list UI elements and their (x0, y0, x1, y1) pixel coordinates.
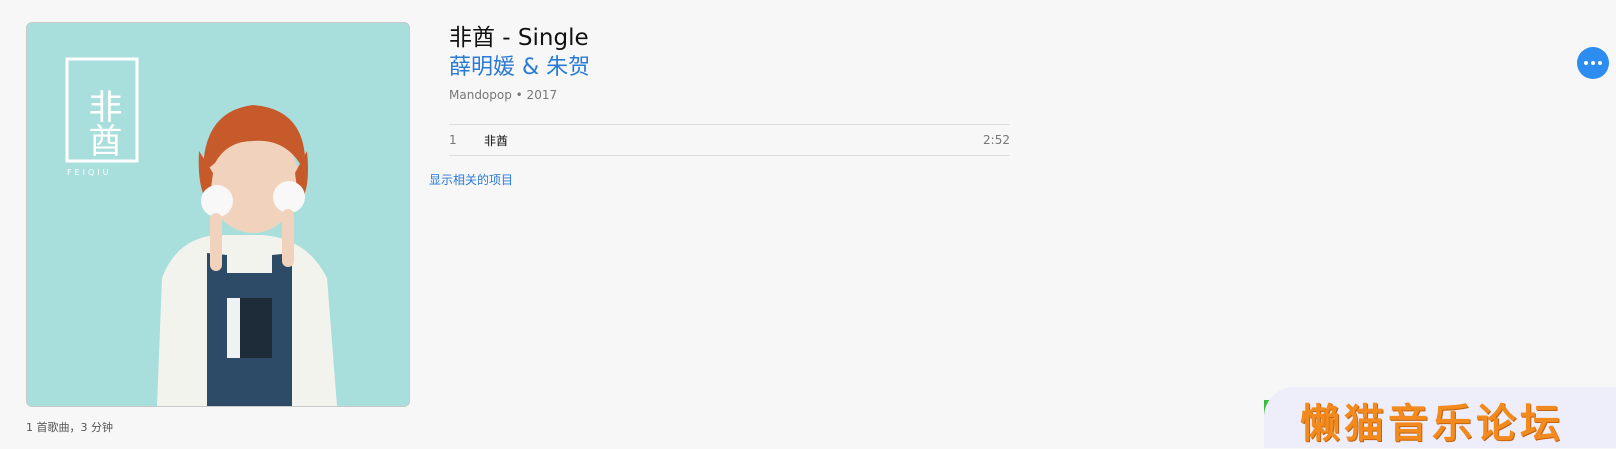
watermark-text: 懒猫音乐论坛 (1300, 401, 1564, 447)
cover-title-text: 非酋 (82, 89, 122, 157)
track-number: 1 (449, 133, 457, 147)
ellipsis-icon-dot (1598, 61, 1602, 65)
track-title: 非酋 (484, 133, 509, 148)
album-title: 非酋 - Single (449, 25, 589, 51)
track-duration: 2:52 (983, 133, 1010, 147)
album-summary: 1 首歌曲，3 分钟 (26, 421, 113, 434)
more-options-button[interactable] (1577, 47, 1609, 79)
track-row[interactable]: 1 非酋 2:52 (449, 125, 1010, 155)
show-related-link[interactable]: 显示相关的项目 (429, 171, 513, 188)
album-genre-year: Mandopop • 2017 (449, 88, 558, 102)
album-cover-image: 非酋 FEIQIU (27, 23, 409, 406)
ellipsis-icon-dot (1591, 61, 1595, 65)
album-artwork[interactable]: 非酋 FEIQIU (26, 22, 410, 407)
watermark-banner: 懒猫音乐论坛 (1264, 387, 1616, 448)
track-list: 1 非酋 2:52 (449, 124, 1010, 156)
album-artist-link[interactable]: 薛明媛 & 朱贺 (449, 53, 590, 83)
cover-subtitle-text: FEIQIU (67, 168, 112, 177)
ellipsis-icon (1584, 61, 1588, 65)
